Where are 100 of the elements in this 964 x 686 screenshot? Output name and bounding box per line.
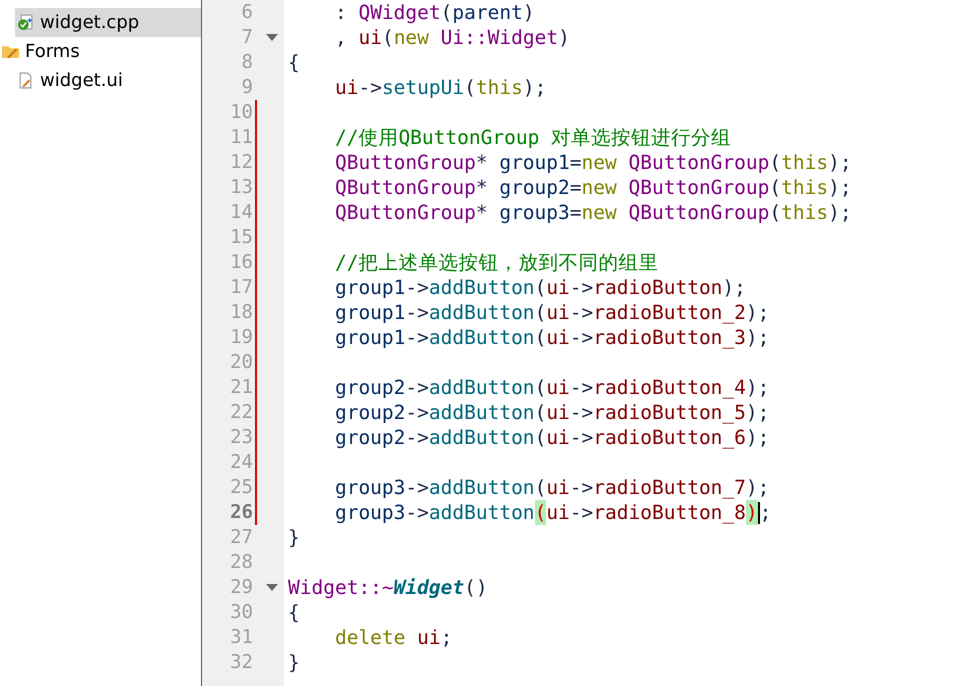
- code-text: ->: [405, 325, 429, 350]
- line-number: 11: [229, 125, 253, 150]
- line-number: 16: [229, 250, 253, 275]
- fold-arrow-icon[interactable]: [266, 34, 278, 42]
- code-text: ): [558, 25, 570, 50]
- line-number: 31: [229, 625, 253, 650]
- function-name: addButton: [428, 425, 535, 450]
- code-text: (: [534, 275, 546, 300]
- variable-name: group1: [334, 275, 406, 300]
- code-text: ->: [570, 425, 594, 450]
- member-name: radioButton_3: [593, 325, 746, 350]
- code-text: *: [476, 175, 489, 200]
- code-text: );: [722, 275, 746, 300]
- line-number: 9: [240, 75, 253, 100]
- variable-name: group1: [499, 150, 570, 175]
- code-text: );: [746, 300, 770, 325]
- code-text: );: [746, 325, 770, 350]
- destructor-name: Widget: [394, 575, 464, 600]
- file-tree-item[interactable]: widget.ui: [15, 66, 201, 95]
- fold-arrow-icon[interactable]: [266, 584, 278, 592]
- function-name: addButton: [428, 275, 535, 300]
- code-text: ->: [358, 75, 382, 100]
- code-text: ): [522, 0, 535, 25]
- function-name: addButton: [428, 325, 535, 350]
- variable-name: group1: [334, 300, 406, 325]
- code-text: );: [828, 175, 852, 200]
- code-text: ,: [334, 25, 348, 50]
- line-number: 17: [229, 275, 253, 300]
- type-name: QButtonGroup: [628, 150, 770, 175]
- code-comment: //把上述单选按钮，放到不同的组里: [334, 250, 658, 275]
- line-number: 13: [229, 175, 253, 200]
- member-name: radioButton_2: [593, 300, 746, 325]
- form-file-icon: [17, 72, 34, 89]
- code-text: *: [476, 200, 489, 225]
- member-name: ui: [546, 475, 570, 500]
- member-name: ui: [546, 375, 570, 400]
- member-name: ui: [546, 325, 570, 350]
- code-text: (: [534, 400, 546, 425]
- line-number: 14: [229, 200, 253, 225]
- keyword: this: [781, 150, 828, 175]
- function-name: addButton: [428, 375, 535, 400]
- file-tree-item[interactable]: widget.cpp: [15, 8, 201, 37]
- type-name: Ui::Widget: [440, 25, 558, 50]
- matched-bracket: (: [534, 500, 546, 525]
- line-number: 10: [229, 100, 253, 125]
- line-number: 21: [229, 375, 253, 400]
- member-name: radioButton_8: [593, 500, 746, 525]
- matched-bracket: ): [746, 500, 758, 525]
- code-text: (: [534, 325, 546, 350]
- line-number: 8: [240, 50, 253, 75]
- line-number: 30: [229, 600, 253, 625]
- function-name: setupUi: [382, 75, 464, 100]
- type-name: QWidget: [358, 0, 441, 25]
- code-text: (: [440, 0, 452, 25]
- code-text: ->: [405, 500, 429, 525]
- code-text: (: [534, 375, 546, 400]
- code-text: ->: [570, 300, 594, 325]
- variable-name: group3: [334, 500, 406, 525]
- member-name: ui: [334, 75, 358, 100]
- code-text: {: [288, 600, 300, 625]
- member-name: radioButton_5: [593, 400, 746, 425]
- function-name: addButton: [428, 300, 535, 325]
- variable-name: group1: [334, 325, 406, 350]
- code-text: ->: [405, 375, 429, 400]
- line-number: 18: [229, 300, 253, 325]
- type-name: QButtonGroup: [334, 150, 476, 175]
- line-number: 28: [229, 550, 253, 575]
- keyword: delete: [334, 625, 406, 650]
- line-number: 24: [229, 450, 253, 475]
- line-number: 29: [229, 575, 253, 600]
- code-text: ->: [570, 325, 594, 350]
- code-text: ->: [570, 400, 594, 425]
- keyword: new: [582, 175, 618, 200]
- code-text: }: [288, 650, 300, 675]
- code-text: (: [534, 425, 546, 450]
- file-tree-item[interactable]: Forms: [0, 37, 201, 66]
- member-name: ui: [546, 500, 570, 525]
- line-number: 6: [240, 0, 253, 25]
- code-text: :: [334, 0, 348, 25]
- text-cursor: [758, 502, 760, 524]
- line-number: 22: [229, 400, 253, 425]
- variable-name: group2: [334, 400, 406, 425]
- line-number: 19: [229, 325, 253, 350]
- code-text: =: [570, 150, 582, 175]
- code-text: *: [476, 150, 489, 175]
- member-name: ui: [358, 25, 382, 50]
- keyword: new: [582, 150, 618, 175]
- code-text: );: [746, 400, 770, 425]
- type-name: QButtonGroup: [628, 175, 770, 200]
- function-name: addButton: [428, 475, 535, 500]
- code-text: (: [769, 175, 782, 200]
- code-text: }: [288, 525, 300, 550]
- member-name: radioButton_7: [593, 475, 746, 500]
- variable-name: group2: [499, 175, 570, 200]
- line-number: 23: [229, 425, 253, 450]
- code-text: );: [746, 375, 770, 400]
- code-text: ;: [760, 500, 772, 525]
- member-name: ui: [546, 400, 570, 425]
- code-text: ;: [440, 625, 452, 650]
- code-text: {: [288, 50, 300, 75]
